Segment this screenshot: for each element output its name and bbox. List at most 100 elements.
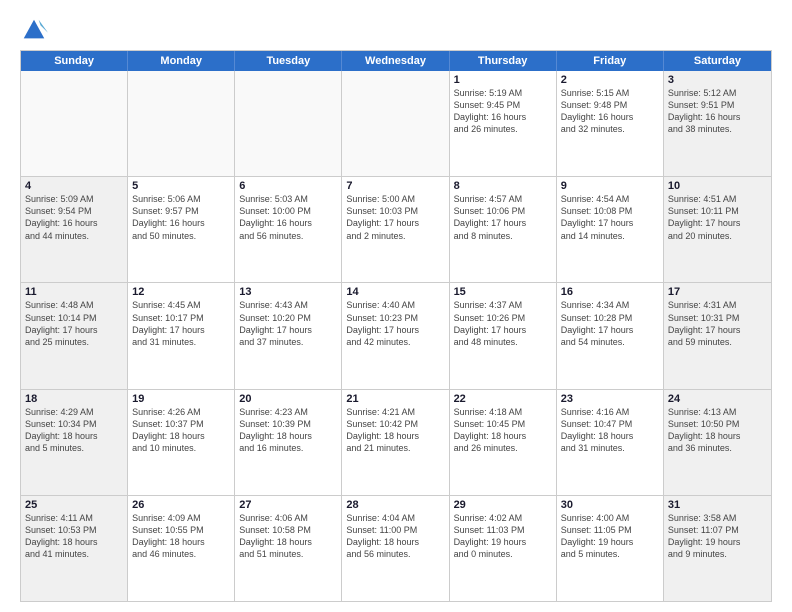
cal-cell: 29Sunrise: 4:02 AM Sunset: 11:03 PM Dayl… [450, 496, 557, 601]
header-day-monday: Monday [128, 51, 235, 71]
cal-cell: 14Sunrise: 4:40 AM Sunset: 10:23 PM Dayl… [342, 283, 449, 388]
cal-cell [235, 71, 342, 176]
cal-cell: 8Sunrise: 4:57 AM Sunset: 10:06 PM Dayli… [450, 177, 557, 282]
day-number: 6 [239, 180, 337, 192]
day-number: 24 [668, 393, 767, 405]
cell-info: Sunrise: 4:18 AM Sunset: 10:45 PM Daylig… [454, 406, 552, 455]
header-day-tuesday: Tuesday [235, 51, 342, 71]
day-number: 11 [25, 286, 123, 298]
cell-info: Sunrise: 4:29 AM Sunset: 10:34 PM Daylig… [25, 406, 123, 455]
day-number: 26 [132, 499, 230, 511]
week-row-4: 18Sunrise: 4:29 AM Sunset: 10:34 PM Dayl… [21, 390, 771, 496]
day-number: 10 [668, 180, 767, 192]
cal-cell: 21Sunrise: 4:21 AM Sunset: 10:42 PM Dayl… [342, 390, 449, 495]
day-number: 21 [346, 393, 444, 405]
day-number: 13 [239, 286, 337, 298]
calendar-body: 1Sunrise: 5:19 AM Sunset: 9:45 PM Daylig… [21, 71, 771, 601]
cell-info: Sunrise: 4:21 AM Sunset: 10:42 PM Daylig… [346, 406, 444, 455]
day-number: 17 [668, 286, 767, 298]
day-number: 20 [239, 393, 337, 405]
cal-cell: 1Sunrise: 5:19 AM Sunset: 9:45 PM Daylig… [450, 71, 557, 176]
cal-cell: 17Sunrise: 4:31 AM Sunset: 10:31 PM Dayl… [664, 283, 771, 388]
cal-cell: 22Sunrise: 4:18 AM Sunset: 10:45 PM Dayl… [450, 390, 557, 495]
header-day-thursday: Thursday [450, 51, 557, 71]
day-number: 1 [454, 74, 552, 86]
day-number: 2 [561, 74, 659, 86]
logo-icon [20, 16, 48, 44]
cal-cell: 13Sunrise: 4:43 AM Sunset: 10:20 PM Dayl… [235, 283, 342, 388]
cal-cell: 24Sunrise: 4:13 AM Sunset: 10:50 PM Dayl… [664, 390, 771, 495]
cal-cell: 15Sunrise: 4:37 AM Sunset: 10:26 PM Dayl… [450, 283, 557, 388]
cal-cell: 16Sunrise: 4:34 AM Sunset: 10:28 PM Dayl… [557, 283, 664, 388]
cell-info: Sunrise: 5:12 AM Sunset: 9:51 PM Dayligh… [668, 87, 767, 136]
cal-cell: 5Sunrise: 5:06 AM Sunset: 9:57 PM Daylig… [128, 177, 235, 282]
day-number: 23 [561, 393, 659, 405]
day-number: 8 [454, 180, 552, 192]
day-number: 30 [561, 499, 659, 511]
cell-info: Sunrise: 4:40 AM Sunset: 10:23 PM Daylig… [346, 299, 444, 348]
cal-cell: 27Sunrise: 4:06 AM Sunset: 10:58 PM Dayl… [235, 496, 342, 601]
cell-info: Sunrise: 4:00 AM Sunset: 11:05 PM Daylig… [561, 512, 659, 561]
day-number: 22 [454, 393, 552, 405]
day-number: 29 [454, 499, 552, 511]
day-number: 9 [561, 180, 659, 192]
cell-info: Sunrise: 4:13 AM Sunset: 10:50 PM Daylig… [668, 406, 767, 455]
header-day-sunday: Sunday [21, 51, 128, 71]
header-day-wednesday: Wednesday [342, 51, 449, 71]
day-number: 5 [132, 180, 230, 192]
cell-info: Sunrise: 5:00 AM Sunset: 10:03 PM Daylig… [346, 193, 444, 242]
page: SundayMondayTuesdayWednesdayThursdayFrid… [0, 0, 792, 612]
header-day-friday: Friday [557, 51, 664, 71]
cell-info: Sunrise: 4:31 AM Sunset: 10:31 PM Daylig… [668, 299, 767, 348]
cell-info: Sunrise: 4:57 AM Sunset: 10:06 PM Daylig… [454, 193, 552, 242]
cell-info: Sunrise: 4:09 AM Sunset: 10:55 PM Daylig… [132, 512, 230, 561]
day-number: 14 [346, 286, 444, 298]
cal-cell: 2Sunrise: 5:15 AM Sunset: 9:48 PM Daylig… [557, 71, 664, 176]
cal-cell: 26Sunrise: 4:09 AM Sunset: 10:55 PM Dayl… [128, 496, 235, 601]
cal-cell: 28Sunrise: 4:04 AM Sunset: 11:00 PM Dayl… [342, 496, 449, 601]
day-number: 3 [668, 74, 767, 86]
cell-info: Sunrise: 4:16 AM Sunset: 10:47 PM Daylig… [561, 406, 659, 455]
cal-cell: 25Sunrise: 4:11 AM Sunset: 10:53 PM Dayl… [21, 496, 128, 601]
cell-info: Sunrise: 4:04 AM Sunset: 11:00 PM Daylig… [346, 512, 444, 561]
cal-cell: 7Sunrise: 5:00 AM Sunset: 10:03 PM Dayli… [342, 177, 449, 282]
cell-info: Sunrise: 5:19 AM Sunset: 9:45 PM Dayligh… [454, 87, 552, 136]
cell-info: Sunrise: 4:48 AM Sunset: 10:14 PM Daylig… [25, 299, 123, 348]
cal-cell [128, 71, 235, 176]
cal-cell [21, 71, 128, 176]
day-number: 31 [668, 499, 767, 511]
day-number: 19 [132, 393, 230, 405]
day-number: 27 [239, 499, 337, 511]
cal-cell: 9Sunrise: 4:54 AM Sunset: 10:08 PM Dayli… [557, 177, 664, 282]
cell-info: Sunrise: 5:06 AM Sunset: 9:57 PM Dayligh… [132, 193, 230, 242]
day-number: 15 [454, 286, 552, 298]
cell-info: Sunrise: 4:23 AM Sunset: 10:39 PM Daylig… [239, 406, 337, 455]
cell-info: Sunrise: 4:51 AM Sunset: 10:11 PM Daylig… [668, 193, 767, 242]
cell-info: Sunrise: 3:58 AM Sunset: 11:07 PM Daylig… [668, 512, 767, 561]
cell-info: Sunrise: 4:26 AM Sunset: 10:37 PM Daylig… [132, 406, 230, 455]
cal-cell: 11Sunrise: 4:48 AM Sunset: 10:14 PM Dayl… [21, 283, 128, 388]
cal-cell: 30Sunrise: 4:00 AM Sunset: 11:05 PM Dayl… [557, 496, 664, 601]
week-row-5: 25Sunrise: 4:11 AM Sunset: 10:53 PM Dayl… [21, 496, 771, 601]
cell-info: Sunrise: 4:11 AM Sunset: 10:53 PM Daylig… [25, 512, 123, 561]
cell-info: Sunrise: 5:09 AM Sunset: 9:54 PM Dayligh… [25, 193, 123, 242]
day-number: 7 [346, 180, 444, 192]
day-number: 25 [25, 499, 123, 511]
cell-info: Sunrise: 5:03 AM Sunset: 10:00 PM Daylig… [239, 193, 337, 242]
header-day-saturday: Saturday [664, 51, 771, 71]
cal-cell: 31Sunrise: 3:58 AM Sunset: 11:07 PM Dayl… [664, 496, 771, 601]
cal-cell: 19Sunrise: 4:26 AM Sunset: 10:37 PM Dayl… [128, 390, 235, 495]
week-row-1: 1Sunrise: 5:19 AM Sunset: 9:45 PM Daylig… [21, 71, 771, 177]
cell-info: Sunrise: 4:54 AM Sunset: 10:08 PM Daylig… [561, 193, 659, 242]
cal-cell [342, 71, 449, 176]
cell-info: Sunrise: 5:15 AM Sunset: 9:48 PM Dayligh… [561, 87, 659, 136]
logo [20, 16, 52, 44]
cal-cell: 12Sunrise: 4:45 AM Sunset: 10:17 PM Dayl… [128, 283, 235, 388]
week-row-3: 11Sunrise: 4:48 AM Sunset: 10:14 PM Dayl… [21, 283, 771, 389]
cal-cell: 18Sunrise: 4:29 AM Sunset: 10:34 PM Dayl… [21, 390, 128, 495]
cell-info: Sunrise: 4:45 AM Sunset: 10:17 PM Daylig… [132, 299, 230, 348]
cell-info: Sunrise: 4:02 AM Sunset: 11:03 PM Daylig… [454, 512, 552, 561]
cell-info: Sunrise: 4:06 AM Sunset: 10:58 PM Daylig… [239, 512, 337, 561]
cal-cell: 10Sunrise: 4:51 AM Sunset: 10:11 PM Dayl… [664, 177, 771, 282]
day-number: 16 [561, 286, 659, 298]
